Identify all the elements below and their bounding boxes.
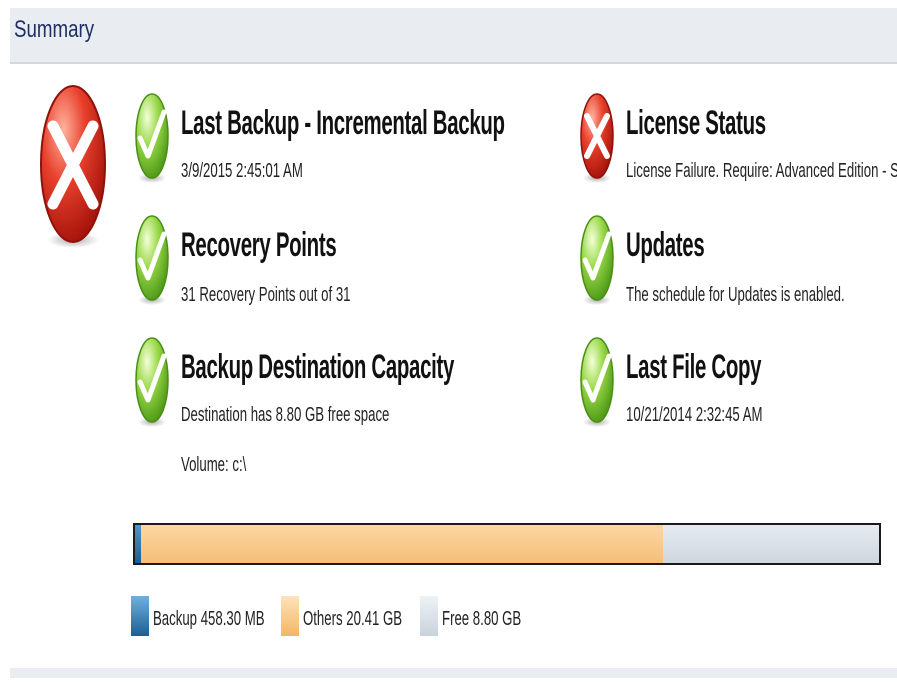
check-icon bbox=[134, 92, 170, 184]
capacity-bar bbox=[133, 523, 881, 565]
destination-volume: Volume: c:\ bbox=[181, 454, 247, 476]
destination-capacity-title: Backup Destination Capacity bbox=[181, 348, 455, 386]
license-status-title: License Status bbox=[626, 104, 766, 142]
last-file-copy-title: Last File Copy bbox=[626, 348, 762, 386]
check-icon bbox=[579, 336, 615, 428]
updates-detail: The schedule for Updates is enabled. bbox=[626, 284, 845, 306]
recovery-points-title: Recovery Points bbox=[181, 226, 337, 264]
legend-others-label: Others 20.41 GB bbox=[303, 608, 403, 630]
error-x-icon bbox=[579, 92, 615, 184]
legend-free-swatch bbox=[420, 596, 438, 636]
check-icon bbox=[579, 214, 615, 306]
check-icon bbox=[134, 336, 170, 428]
legend-backup-swatch bbox=[131, 596, 149, 636]
page-title: Summary bbox=[14, 16, 95, 43]
overall-error-x-icon bbox=[40, 85, 106, 248]
last-backup-title: Last Backup - Incremental Backup bbox=[181, 104, 505, 142]
recovery-points-count: 31 Recovery Points out of 31 bbox=[181, 284, 351, 306]
summary-header: Summary bbox=[10, 8, 897, 64]
bottom-divider bbox=[10, 668, 897, 678]
last-file-copy-time: 10/21/2014 2:32:45 AM bbox=[626, 404, 763, 426]
capacity-segment-free bbox=[663, 525, 879, 563]
legend-others-swatch bbox=[281, 596, 299, 636]
license-status-detail: License Failure. Require: Advanced Editi… bbox=[626, 160, 897, 182]
check-icon bbox=[134, 214, 170, 306]
capacity-segment-others bbox=[140, 525, 665, 563]
updates-title: Updates bbox=[626, 226, 705, 264]
destination-free-space: Destination has 8.80 GB free space bbox=[181, 404, 390, 426]
last-backup-time: 3/9/2015 2:45:01 AM bbox=[181, 160, 303, 182]
legend-free-label: Free 8.80 GB bbox=[442, 608, 522, 630]
legend-backup-label: Backup 458.30 MB bbox=[153, 608, 265, 630]
